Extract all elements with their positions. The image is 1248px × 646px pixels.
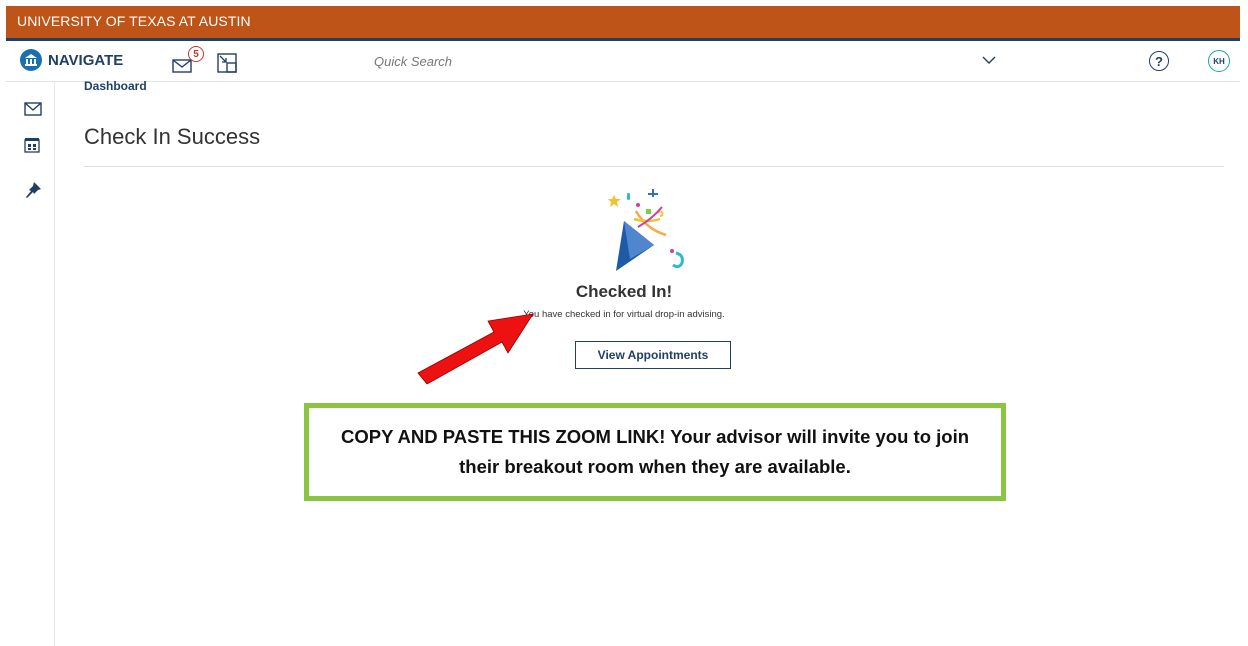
breadcrumb-dashboard[interactable]: Dashboard (84, 79, 147, 93)
chevron-down-icon[interactable] (982, 55, 996, 65)
navigate-home-link[interactable]: NAVIGATE (20, 49, 123, 71)
party-popper-icon (608, 189, 684, 271)
mail-icon[interactable] (24, 102, 42, 116)
red-arrow-annotation (417, 313, 534, 385)
brand-name: NAVIGATE (48, 51, 124, 69)
expand-window-icon[interactable] (217, 53, 237, 73)
zoom-link-callout: COPY AND PASTE THIS ZOOM LINK! Your advi… (304, 403, 1006, 501)
help-icon[interactable]: ? (1149, 51, 1169, 71)
checked-in-message: You have checked in for virtual drop-in … (523, 309, 725, 320)
sidebar (6, 82, 55, 646)
calendar-icon[interactable] (24, 137, 40, 153)
title-divider (84, 166, 1224, 167)
quick-search (366, 41, 1006, 81)
pin-icon[interactable] (24, 181, 42, 199)
page-title: Check In Success (84, 124, 261, 149)
callout-text: COPY AND PASTE THIS ZOOM LINK! Your advi… (340, 426, 970, 477)
messages-button[interactable]: 5 (172, 46, 204, 75)
top-navigation: NAVIGATE 5 ? KH (6, 41, 1240, 82)
university-banner: UNIVERSITY OF TEXAS AT AUSTIN (6, 6, 1240, 41)
checked-in-title: Checked In! (575, 282, 673, 301)
user-avatar[interactable]: KH (1208, 50, 1230, 72)
unread-count-badge: 5 (188, 46, 204, 62)
navigate-logo-icon (20, 49, 42, 71)
view-appointments-button[interactable]: View Appointments (575, 341, 731, 369)
quick-search-input[interactable] (366, 41, 1006, 81)
university-name: UNIVERSITY OF TEXAS AT AUSTIN (17, 13, 251, 29)
